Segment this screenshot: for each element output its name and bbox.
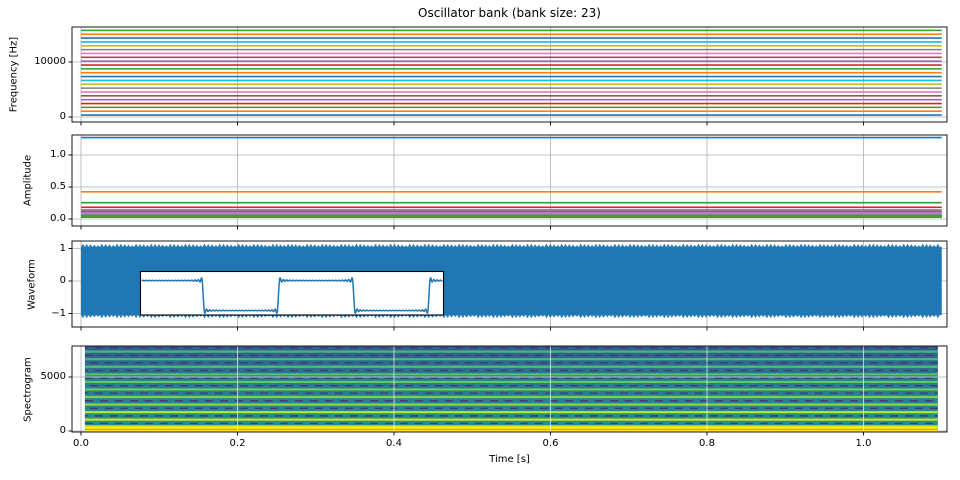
spectrogram-plot (69, 346, 948, 436)
y-tick-label-waveform: −1 (26, 309, 66, 319)
y-tick-label-waveform: 1 (26, 244, 66, 254)
x-tick-label: 0.2 (220, 439, 256, 449)
x-tick-label: 0.6 (533, 439, 569, 449)
amplitude-plot (69, 135, 948, 230)
plots-canvas (0, 0, 960, 480)
ylabel-frequency: Frequency [Hz] (9, 15, 22, 135)
x-tick-label: 0.0 (63, 439, 99, 449)
y-tick-label-spectrogram: 5000 (26, 372, 66, 382)
y-tick-label-amplitude: 0.0 (26, 214, 66, 224)
x-tick-label: 0.8 (689, 439, 725, 449)
frequency-plot (69, 27, 948, 126)
xlabel: Time [s] (72, 454, 947, 465)
y-tick-label-amplitude: 1.0 (26, 150, 66, 160)
y-tick-label-amplitude: 0.5 (26, 182, 66, 192)
waveform-top-fringe (81, 244, 940, 247)
x-tick-label: 0.4 (376, 439, 412, 449)
figure: Oscillator bank (bank size: 23) Frequenc… (0, 0, 960, 480)
waveform-bottom-fringe (81, 315, 940, 318)
waveform-plot (69, 241, 948, 331)
y-tick-label-frequency: 0 (26, 112, 66, 122)
waveform-inset (141, 272, 444, 316)
x-tick-label: 1.0 (846, 439, 882, 449)
y-tick-label-waveform: 0 (26, 276, 66, 286)
y-tick-label-frequency: 10000 (26, 57, 66, 67)
y-tick-label-spectrogram: 0 (26, 426, 66, 436)
